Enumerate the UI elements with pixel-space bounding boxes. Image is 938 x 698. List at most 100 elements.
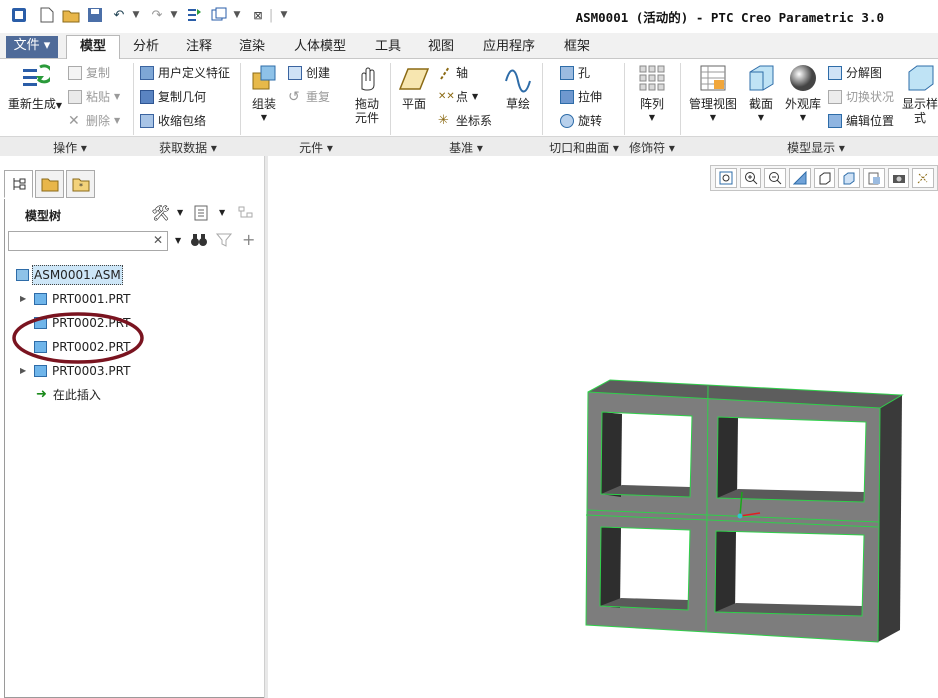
tab-framework[interactable]: 框架 — [555, 37, 599, 59]
regenerate-small-icon[interactable] — [185, 6, 203, 24]
pattern-button[interactable]: 阵列 ▼ — [632, 63, 672, 125]
windows-icon[interactable] — [210, 6, 228, 24]
folder-browser-tab[interactable] — [35, 170, 64, 198]
redo-dropdown-icon[interactable]: ▼ — [169, 6, 179, 24]
filter-icon[interactable] — [215, 232, 233, 251]
section-button[interactable]: 截面 ▼ — [744, 63, 778, 125]
axis-button[interactable]: 轴 — [438, 63, 468, 83]
group-separator — [680, 63, 681, 135]
group-operations[interactable]: 操作 ▾ — [40, 139, 100, 156]
open-folder-icon[interactable] — [61, 6, 81, 24]
tab-view[interactable]: 视图 — [419, 37, 463, 59]
extrude-button[interactable]: 拉伸 — [560, 87, 602, 107]
shrinkwrap-button[interactable]: 收缩包络 — [140, 111, 206, 131]
tree-item-label: ASM0001.ASM — [32, 265, 123, 285]
drag-component-label: 拖动 元件 — [354, 97, 379, 125]
close-window-icon[interactable]: ⊠ — [250, 6, 266, 24]
refit-icon[interactable] — [715, 168, 737, 188]
tree-filter-disabled-icon[interactable] — [237, 205, 255, 224]
exploded-view-button[interactable]: 分解图 — [828, 63, 882, 83]
tab-manikin[interactable]: 人体模型 — [284, 37, 356, 59]
group-model-display[interactable]: 模型显示 ▾ — [776, 139, 856, 156]
repeat-button[interactable]: ↺ 重复 — [288, 87, 330, 107]
group-getdata[interactable]: 获取数据 ▾ — [148, 139, 228, 156]
tree-item-insert-here[interactable]: ➜ 在此插入 — [36, 386, 101, 404]
delete-dropdown-icon[interactable]: ▼ — [114, 111, 120, 131]
tree-search-input[interactable]: ✕ — [8, 231, 168, 251]
tab-applications[interactable]: 应用程序 — [473, 37, 545, 59]
new-file-icon[interactable] — [38, 6, 56, 24]
hole-button[interactable]: 孔 — [560, 63, 590, 83]
point-dropdown-icon[interactable]: ▼ — [472, 87, 478, 107]
tree-settings-dropdown-icon[interactable]: ▼ — [177, 208, 183, 217]
csys-icon: ✳ — [438, 113, 449, 128]
create-button[interactable]: 创建 — [288, 63, 330, 83]
tab-file[interactable]: 文件 ▾ — [6, 36, 58, 58]
copy-geometry-button[interactable]: 复制几何 — [140, 87, 206, 107]
redo-icon[interactable]: ↷ — [148, 6, 166, 24]
display-style-icon[interactable] — [813, 168, 836, 188]
undo-icon[interactable]: ↶ — [110, 6, 128, 24]
group-datum[interactable]: 基准 ▾ — [436, 139, 496, 156]
model-tree-tab[interactable] — [4, 170, 33, 198]
paste-button[interactable]: 粘贴 ▼ — [68, 87, 120, 107]
datum-display-icon[interactable] — [912, 168, 935, 188]
appearance-gallery-button[interactable]: 外观库 ▼ — [782, 63, 824, 125]
search-dropdown-icon[interactable]: ▼ — [175, 236, 181, 245]
add-column-icon[interactable]: + — [242, 230, 255, 249]
drag-component-button[interactable]: 拖动 元件 — [348, 63, 386, 125]
view-manager-icon[interactable] — [863, 168, 885, 188]
tab-analysis[interactable]: 分析 — [124, 37, 168, 59]
tree-settings-icon[interactable]: 🛠 — [151, 204, 170, 222]
udf-button[interactable]: 用户定义特征 — [140, 63, 230, 83]
appearance-dropdown-icon[interactable]: ▼ — [782, 111, 824, 125]
point-button[interactable]: ✕✕ 点 ▼ — [438, 87, 478, 107]
tab-tools[interactable]: 工具 — [366, 37, 410, 59]
copy-button[interactable]: 复制 — [68, 63, 110, 83]
revolve-button[interactable]: 旋转 — [560, 111, 602, 131]
edit-position-button[interactable]: 编辑位置 — [828, 111, 894, 131]
assemble-button[interactable]: 组装 ▼ — [244, 63, 284, 125]
delete-button[interactable]: ✕ 删除 ▼ — [68, 111, 120, 131]
favorites-tab[interactable]: * — [66, 170, 95, 198]
tree-item-asm[interactable]: ASM0001.ASM — [16, 265, 123, 285]
expand-arrow-icon[interactable]: ▶ — [20, 290, 30, 308]
windows-dropdown-icon[interactable]: ▼ — [232, 6, 242, 24]
tab-render[interactable]: 渲染 — [230, 37, 274, 59]
group-modifier[interactable]: 修饰符 ▾ — [624, 139, 680, 156]
zoom-out-icon[interactable] — [764, 168, 787, 188]
regenerate-button[interactable]: 重新生成▼ — [6, 63, 64, 113]
undo-dropdown-icon[interactable]: ▼ — [131, 6, 141, 24]
tree-show-dropdown-icon[interactable]: ▼ — [219, 208, 225, 217]
saved-orientations-icon[interactable] — [838, 168, 861, 188]
display-style-button[interactable]: 显示样 式 — [902, 63, 938, 125]
ribbon: 重新生成▼ 复制 粘贴 ▼ ✕ 删除 ▼ 用户定义特征 复制几何 收缩包络 组装 ▼ … — [0, 59, 938, 156]
repaint-icon[interactable] — [789, 168, 811, 188]
app-icon[interactable] — [10, 6, 28, 24]
zoom-in-icon[interactable] — [739, 168, 762, 188]
csys-button[interactable]: ✳ 坐标系 — [438, 111, 492, 131]
section-dropdown-icon[interactable]: ▼ — [744, 111, 778, 125]
group-cut-surface[interactable]: 切口和曲面 ▾ — [544, 139, 624, 156]
assemble-dropdown-icon[interactable]: ▼ — [244, 111, 284, 125]
sketch-button[interactable]: 草绘 — [500, 63, 536, 111]
pattern-dropdown-icon[interactable]: ▼ — [632, 111, 672, 125]
customize-toolbar-icon[interactable]: ▼ — [278, 6, 290, 24]
tree-show-icon[interactable] — [193, 205, 209, 224]
plane-button[interactable]: 平面 — [394, 63, 434, 111]
regenerate-dropdown-icon[interactable]: ▼ — [56, 101, 62, 110]
group-component[interactable]: 元件 ▾ — [286, 139, 346, 156]
tab-annotate[interactable]: 注释 — [177, 37, 221, 59]
clear-search-icon[interactable]: ✕ — [153, 233, 163, 247]
manage-views-button[interactable]: 管理视图 ▼ — [686, 63, 740, 125]
tree-item-part[interactable]: ▶ PRT0001.PRT — [20, 290, 130, 308]
manage-views-dropdown-icon[interactable]: ▼ — [686, 111, 740, 125]
display-style-label: 显示样 式 — [902, 97, 938, 125]
tab-model[interactable]: 模型 — [66, 35, 120, 60]
toggle-status-button[interactable]: 切换状况 — [828, 87, 894, 107]
perspective-view-icon[interactable] — [887, 168, 910, 188]
save-icon[interactable] — [86, 6, 104, 24]
paste-dropdown-icon[interactable]: ▼ — [114, 87, 120, 107]
find-binoculars-icon[interactable] — [190, 232, 208, 252]
panel-splitter[interactable] — [264, 156, 268, 698]
